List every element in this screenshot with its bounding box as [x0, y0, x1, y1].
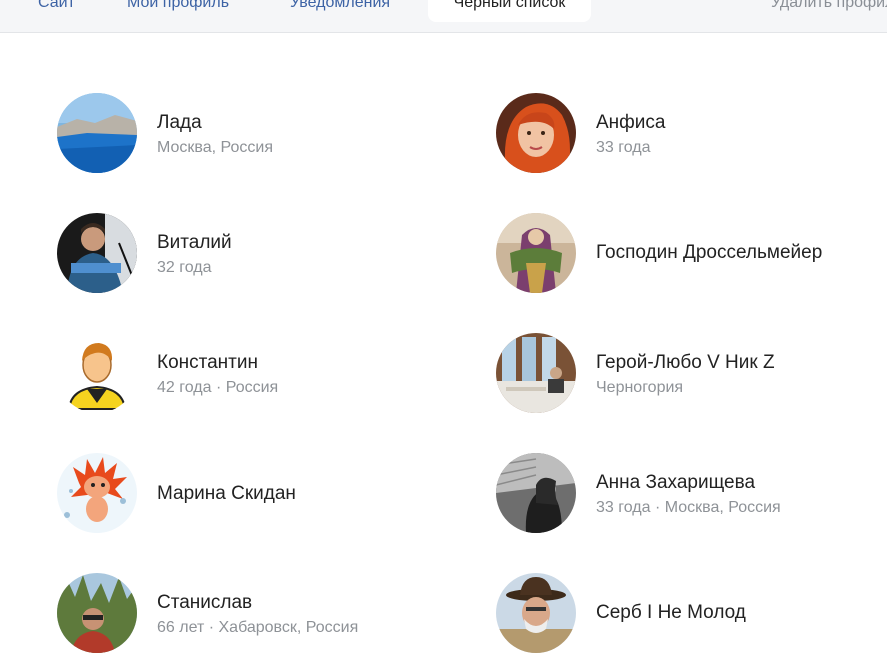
blocked-user-name[interactable]: Серб I Не Молод — [596, 602, 746, 624]
avatar-man-cowboy-hat-photo[interactable] — [496, 573, 576, 653]
blocked-user-name[interactable]: Лада — [157, 112, 202, 134]
blocked-user-name[interactable]: Станислав — [157, 592, 252, 614]
avatar-woman-redhead-photo[interactable] — [496, 93, 576, 173]
blocked-user-name[interactable]: Константин — [157, 352, 258, 374]
avatar-restaurant-photo[interactable] — [496, 333, 576, 413]
blocked-user-info: 32 года — [157, 259, 212, 276]
profile-tabs-bar: Сайт Мой профиль Уведомления Черный спис… — [0, 0, 887, 33]
blocked-user-info: 33 года · Москва, Россия — [596, 499, 781, 516]
blocked-user-info: 66 лет · Хабаровск, Россия — [157, 619, 359, 636]
avatar-man-outdoors-photo[interactable] — [57, 573, 137, 653]
blocked-user-info: Москва, Россия — [157, 139, 273, 156]
blocked-user-name[interactable]: Марина Скидан — [157, 483, 296, 505]
tab-my-profile[interactable]: Мой профиль — [127, 0, 229, 22]
avatar-cartoon-hedgehog[interactable] — [57, 453, 137, 533]
blocked-user-info: 42 года · Россия — [157, 379, 279, 396]
avatar-man-photo[interactable] — [57, 213, 137, 293]
blocked-user-name[interactable]: Господин Дроссельмейер — [596, 242, 822, 264]
blocked-user-name[interactable]: Виталий — [157, 232, 232, 254]
avatar-default-male-avatar[interactable] — [57, 333, 137, 413]
avatar-sea-cliff-photo[interactable] — [57, 93, 137, 173]
tab-notifications[interactable]: Уведомления — [290, 0, 390, 22]
blocked-user-name[interactable]: Анфиса — [596, 112, 665, 134]
tab-site[interactable]: Сайт — [38, 0, 75, 22]
blocked-user-info: 33 года — [596, 139, 651, 156]
blocked-user-name[interactable]: Анна Захарищева — [596, 472, 755, 494]
blocked-user-name[interactable]: Герой-Любо V Ник Z — [596, 352, 775, 374]
tab-blacklist[interactable]: Черный список — [428, 0, 591, 22]
blocked-user-info: Черногория — [596, 379, 684, 396]
avatar-woman-bw-photo[interactable] — [496, 453, 576, 533]
delete-profile-link[interactable]: Удалить профиль — [771, 0, 887, 22]
avatar-costume-figure-photo[interactable] — [496, 213, 576, 293]
